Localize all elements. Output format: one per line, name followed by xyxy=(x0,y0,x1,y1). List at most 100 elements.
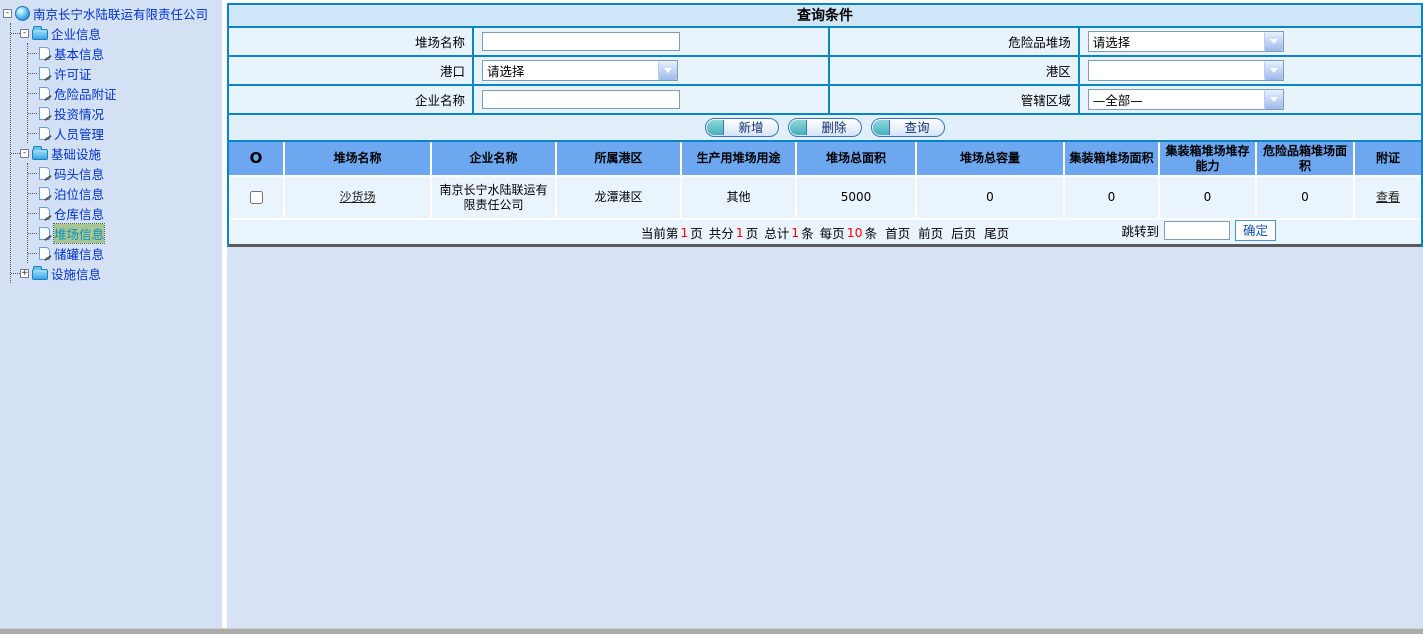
document-icon xyxy=(39,227,50,240)
cell-container-area: 0 xyxy=(1065,177,1160,218)
tree-group-facility-info[interactable]: + 设施信息 xyxy=(11,263,222,283)
port-area-label: 港区 xyxy=(830,57,1080,84)
company-name-input[interactable] xyxy=(482,90,680,109)
column-header-company: 企业名称 xyxy=(432,142,557,175)
field-port: 港口 请选择 xyxy=(229,57,830,84)
tree-connector xyxy=(28,253,37,254)
yard-name-input[interactable] xyxy=(482,32,680,51)
delete-button-label: 删除 xyxy=(821,120,846,135)
tree-item-label-selected: 堆场信息 xyxy=(54,224,104,243)
first-page-link[interactable]: 首页 xyxy=(885,223,910,242)
document-icon xyxy=(39,207,50,220)
main-panel: 查询条件 堆场名称 危险品堆场 请选择 xyxy=(227,0,1423,628)
cell-usage: 其他 xyxy=(682,177,797,218)
per-page-number: 10 xyxy=(847,225,863,240)
tree-connector xyxy=(28,213,37,214)
row-checkbox[interactable] xyxy=(250,191,263,204)
prev-page-link[interactable]: 前页 xyxy=(918,223,943,242)
field-yard-name: 堆场名称 xyxy=(229,28,830,55)
tree-item-berth-info[interactable]: 泊位信息 xyxy=(28,183,222,203)
next-page-link[interactable]: 后页 xyxy=(951,223,976,242)
tree-group-label: 设施信息 xyxy=(51,264,101,283)
view-attachment-link[interactable]: 查看 xyxy=(1376,190,1400,205)
jump-to-page-group: 跳转到 确定 xyxy=(1121,220,1276,241)
tree-connector xyxy=(28,113,37,114)
tree-connector xyxy=(28,133,37,134)
field-port-area: 港区 xyxy=(830,57,1421,84)
company-name-label: 企业名称 xyxy=(229,86,474,113)
tree-item-investment[interactable]: 投资情况 xyxy=(28,103,222,123)
dangerous-yard-select[interactable]: 请选择 xyxy=(1088,31,1284,52)
collapse-icon[interactable]: - xyxy=(20,29,29,38)
yard-name-link[interactable]: 沙货场 xyxy=(339,190,375,205)
delete-button[interactable]: 删除 xyxy=(788,118,862,137)
pager-text: 页 xyxy=(690,223,703,242)
dangerous-yard-select-value: 请选择 xyxy=(1089,32,1131,51)
document-icon xyxy=(39,247,50,260)
search-button[interactable]: 查询 xyxy=(871,118,945,137)
collapse-icon[interactable]: - xyxy=(20,149,29,158)
tree-item-label: 基本信息 xyxy=(54,44,104,63)
dangerous-yard-label: 危险品堆场 xyxy=(830,28,1080,55)
jurisdiction-select[interactable]: —全部— xyxy=(1088,89,1284,110)
tree-connector xyxy=(28,233,37,234)
tree-root-label: 南京长宁水陆联运有限责任公司 xyxy=(33,4,208,23)
port-select[interactable]: 请选择 xyxy=(482,60,678,81)
folder-icon xyxy=(32,269,48,280)
select-all-icon[interactable]: O xyxy=(250,149,263,168)
document-icon xyxy=(39,87,50,100)
query-conditions-title: 查询条件 xyxy=(229,3,1421,26)
app-window: - 南京长宁水陆联运有限责任公司 - 企业信息 基本信息 许可 xyxy=(0,0,1423,628)
expand-icon[interactable]: + xyxy=(20,269,29,278)
folder-icon xyxy=(32,149,48,160)
tree-group-infrastructure[interactable]: - 基础设施 xyxy=(11,143,222,163)
tree-item-label: 许可证 xyxy=(54,64,92,83)
tree-item-yard-info-selected[interactable]: 堆场信息 xyxy=(28,223,222,243)
last-page-link[interactable]: 尾页 xyxy=(984,223,1009,242)
tree-item-license[interactable]: 许可证 xyxy=(28,63,222,83)
column-header-usage: 生产用堆场用途 xyxy=(682,142,797,175)
column-header-total-area: 堆场总面积 xyxy=(797,142,917,175)
tree-connector xyxy=(28,193,37,194)
total-pages-number: 1 xyxy=(736,225,744,240)
tree-item-label: 危险品附证 xyxy=(54,84,117,103)
tree-root-company[interactable]: - 南京长宁水陆联运有限责任公司 xyxy=(3,3,222,23)
column-header-dangerous-box-area: 危险品箱堆场面积 xyxy=(1257,142,1355,175)
tree-item-personnel[interactable]: 人员管理 xyxy=(28,123,222,143)
cell-container-capacity: 0 xyxy=(1160,177,1257,218)
select-all-column-header[interactable]: O xyxy=(229,142,285,175)
tree-item-basic-info[interactable]: 基本信息 xyxy=(28,43,222,63)
add-button[interactable]: 新增 xyxy=(705,118,779,137)
collapse-icon[interactable]: - xyxy=(3,9,12,18)
tree-item-wharf-info[interactable]: 码头信息 xyxy=(28,163,222,183)
results-table-header: O 堆场名称 企业名称 所属港区 生产用堆场用途 堆场总面积 堆场总容量 集装箱… xyxy=(229,140,1421,175)
chevron-down-icon[interactable] xyxy=(1264,32,1283,51)
button-accent-decoration xyxy=(790,120,807,135)
port-area-select[interactable] xyxy=(1088,60,1284,81)
document-icon xyxy=(39,67,50,80)
current-page-number: 1 xyxy=(680,225,688,240)
document-icon xyxy=(39,167,50,180)
chevron-down-icon[interactable] xyxy=(1264,90,1283,109)
tree-item-dangerous-cert[interactable]: 危险品附证 xyxy=(28,83,222,103)
jump-page-input[interactable] xyxy=(1164,221,1230,240)
jurisdiction-select-value: —全部— xyxy=(1089,90,1143,109)
pager-text: 总计 xyxy=(760,223,789,242)
confirm-button[interactable]: 确定 xyxy=(1235,220,1276,241)
field-dangerous-yard: 危险品堆场 请选择 xyxy=(830,28,1421,55)
query-form-row-1: 堆场名称 危险品堆场 请选择 xyxy=(229,26,1421,55)
tree-item-label: 储罐信息 xyxy=(54,244,104,263)
tree-item-warehouse-info[interactable]: 仓库信息 xyxy=(28,203,222,223)
table-row: 沙货场 南京长宁水陆联运有限责任公司 龙潭港区 其他 5000 0 0 0 0 … xyxy=(229,175,1421,218)
column-header-attachment: 附证 xyxy=(1355,142,1421,175)
tree-group-label: 企业信息 xyxy=(51,24,101,43)
total-records-number: 1 xyxy=(791,225,799,240)
button-accent-decoration xyxy=(707,120,724,135)
tree-item-tank-info[interactable]: 储罐信息 xyxy=(28,243,222,263)
chevron-down-icon[interactable] xyxy=(1264,61,1283,80)
chevron-down-icon[interactable] xyxy=(658,61,677,80)
yard-name-label: 堆场名称 xyxy=(229,28,474,55)
globe-icon xyxy=(15,6,30,21)
column-header-port-area: 所属港区 xyxy=(557,142,682,175)
tree-group-company-info[interactable]: - 企业信息 xyxy=(11,23,222,43)
